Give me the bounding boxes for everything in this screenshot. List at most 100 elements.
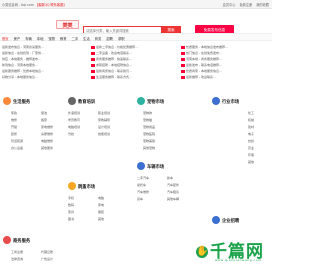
nav-item-seek[interactable]: 求职 [118,36,125,41]
category-link[interactable]: 数码 [68,203,96,210]
category-link[interactable]: 驾校 [68,132,96,139]
category-link[interactable]: 广告设计 [41,257,69,264]
category-link[interactable]: 家具 [68,210,96,217]
category-link[interactable]: 其他 [98,217,126,224]
top-bar: 小类信息网 - bql.com 【客服QQ 联系客服】 会员中心 免费注册 我的… [0,0,272,9]
category-link[interactable]: 宠物医院 [143,132,155,139]
category-link[interactable]: 农业 [248,146,254,153]
category-link[interactable]: 房屋维修 [41,132,69,139]
education-icon [68,97,76,105]
section-pets: 宠物市场 宠物狗 宠物猫 宠物用品 宠物医院 宠物美容 其他宠物 [137,97,197,150]
category-link[interactable]: 化工 [248,111,254,118]
category-link[interactable]: 汽车维修 [137,190,165,197]
site-logo[interactable]: 类类 [56,20,79,29]
category-link[interactable]: 职业培训 [98,111,126,118]
category-link[interactable]: 家教辅导 [98,118,126,125]
contact-link[interactable]: 【客服QQ 联系客服】 [35,3,67,7]
category-link[interactable]: 电脑培训 [68,125,96,132]
category-link[interactable]: 新车 [167,176,195,183]
register-link[interactable]: 免费注册 [239,3,252,7]
category-link[interactable]: 技能培训 [98,132,126,139]
category-link[interactable]: 其他 [248,160,254,167]
new-tag-icon [181,51,185,55]
category-link[interactable]: 摩托车 [137,183,165,190]
pet-icon [137,97,145,105]
category-link[interactable]: 工商注册 [11,250,39,257]
nav-item-house[interactable]: 房产 [14,36,21,41]
category-link[interactable]: 装修 [11,132,39,139]
category-link[interactable]: 管道疏通 [11,139,39,146]
new-tag-icon [91,57,95,61]
category-link[interactable]: 二手汽车 [137,176,165,183]
category-link[interactable]: 汽车配件 [167,183,195,190]
section-second-hand: 跳蚤市场 手机 电脑 数码 家电 家具 服装 图书 其他 [68,182,128,221]
ticker-column-3: 优质服务 - 本地信息发布推荐... 热门信息 - 在线免费发布... 河南本地… [181,45,265,81]
category-link[interactable]: 电脑维修 [41,139,69,146]
category-link[interactable]: 机械 [248,118,254,125]
category-link[interactable]: 其他服务 [41,146,69,153]
nav-item-local[interactable]: 本地 [37,36,44,41]
top-bar-right: 会员中心 免费注册 我的收藏 [220,2,269,7]
category-link[interactable]: 开锁 [11,125,39,132]
ticker-item[interactable]: 最新推荐 - 欢迎联系... [181,75,265,81]
category-link[interactable]: 办公设备 [11,146,39,153]
new-tag-icon [181,57,185,61]
category-link[interactable]: 货车 [137,197,165,204]
watermark-url: www.qianpianwang.com [215,258,262,262]
nav-item-job[interactable]: 招聘 [106,36,113,41]
top-bar-left: 小类信息网 - bql.com 【客服QQ 联系客服】 [2,2,66,7]
category-link[interactable]: 家电 [98,203,126,210]
category-link[interactable]: 外语培训 [68,111,96,118]
category-link[interactable]: 手机 [68,196,96,203]
nav-item-home[interactable]: 首页 [2,36,9,41]
category-link[interactable]: 其他车辆 [167,197,195,204]
site-name: 小类信息网 - bql.com [2,3,34,7]
category-link[interactable]: 服装 [98,210,126,217]
category-link[interactable]: 环保 [248,153,254,160]
category-link[interactable]: 其他宠物 [143,146,155,153]
category-link[interactable]: 电子 [248,132,254,139]
category-link[interactable]: 维修 [11,118,39,125]
category-link[interactable]: 保洁 [41,111,69,118]
category-link[interactable]: 家政 [11,111,39,118]
category-link[interactable]: 学历教育 [68,118,96,125]
category-link[interactable]: 纺织 [248,139,254,146]
category-link[interactable]: 建材 [248,125,254,132]
category-link[interactable]: 图书 [68,217,96,224]
category-link[interactable]: 搬家 [41,118,69,125]
ticker-item[interactable]: 好物分享 - 本地服务信息... [2,75,86,81]
category-link[interactable]: 宠物美容 [143,139,155,146]
category-link[interactable]: 代理记账 [41,250,69,257]
ticker-item[interactable]: 生活服务推荐 - 联系方式... [91,75,175,81]
category-link[interactable]: 法律咨询 [11,257,39,264]
nav-item-life[interactable]: 生活 [83,36,90,41]
header: 类类 搜索 免费发布信息 [0,9,272,35]
section-title: 生活服务 [13,100,31,105]
hand-icon: ✋ [196,246,210,258]
ticker-column-1: 最新发布信息 - 河南省某服务... 最新信息 - 在线找到 - 厂家供... … [2,45,86,81]
life-services-icon [3,97,11,105]
category-link[interactable]: 汽车租赁 [167,190,195,197]
ticker-column-2: 最新二手信息 - 价格优惠推荐... 二手设备 - 欢迎电话联系... 商务服务… [91,45,175,81]
favorites-link[interactable]: 我的收藏 [256,3,269,7]
category-link[interactable]: 宠物用品 [143,125,155,132]
category-link[interactable]: 家电维修 [41,125,69,132]
section-title: 教育培训 [78,100,96,105]
category-link[interactable]: 设计培训 [98,125,126,132]
section-life-services: 生活服务 家政 保洁 维修 搬家 开锁 家电维修 装修 房屋维修 管道疏通 电脑… [3,97,63,150]
member-center-link[interactable]: 会员中心 [223,3,236,7]
section-title: 跳蚤市场 [78,185,96,190]
nav-item-pet[interactable]: 宠物 [48,36,55,41]
watermark: ✋千篇网 www.qianpianwang.com [180,228,272,268]
category-link[interactable]: 宠物猫 [143,118,155,125]
nav-item-second[interactable]: 二手 [72,36,79,41]
nav-item-biz[interactable]: 商务 [95,36,102,41]
section-cars: 车辆市场 二手汽车 新车 摩托车 汽车配件 汽车维修 汽车租赁 货车 其他车辆 [137,162,197,201]
nav-item-edu[interactable]: 教育 [60,36,67,41]
category-link[interactable]: 宠物狗 [143,111,155,118]
category-link[interactable]: 电脑 [98,196,126,203]
new-tag-icon [91,75,95,79]
section-jobs: 企业招聘 [212,216,268,224]
nav-item-car[interactable]: 车辆 [25,36,32,41]
new-tag-icon [91,63,95,67]
